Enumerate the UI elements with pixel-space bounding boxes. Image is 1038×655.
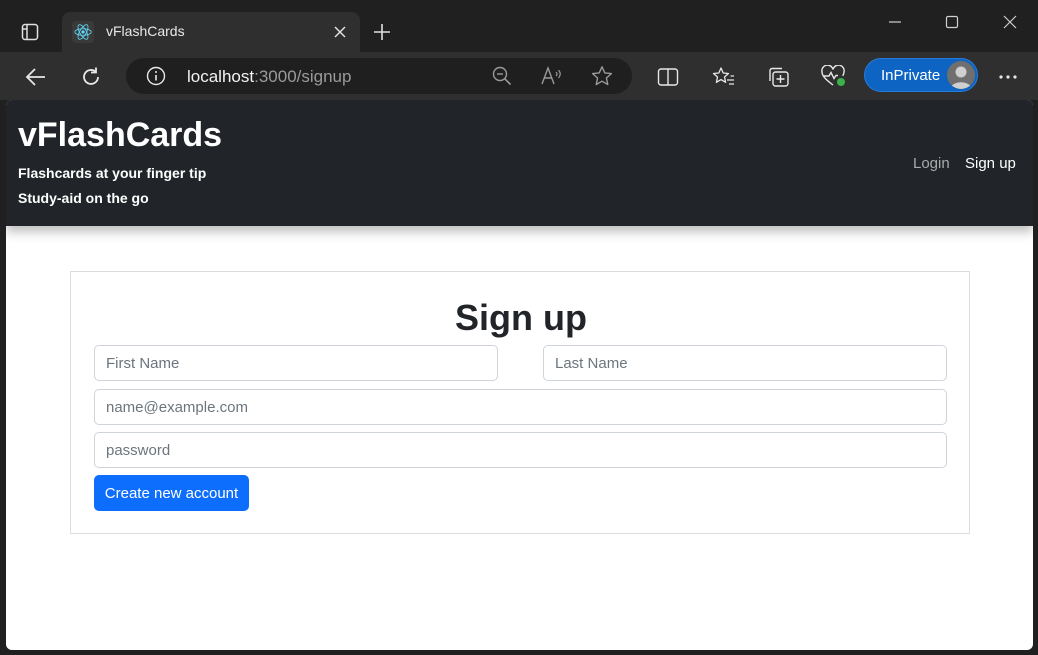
nav-link-login[interactable]: Login (913, 155, 950, 172)
address-bar[interactable]: localhost:3000/signup (126, 58, 632, 94)
new-tab-icon[interactable] (368, 18, 396, 46)
inprivate-button[interactable]: InPrivate (864, 58, 978, 92)
url-text: localhost:3000/signup (187, 67, 352, 86)
create-account-button[interactable]: Create new account (94, 475, 249, 511)
email-input[interactable] (94, 389, 947, 425)
site-info-icon[interactable] (146, 66, 166, 86)
favorite-star-icon[interactable] (590, 64, 614, 88)
site-navbar: vFlashCards Flashcards at your finger ti… (6, 100, 1033, 226)
react-icon (72, 21, 94, 43)
collections-icon[interactable] (763, 61, 795, 93)
favorites-icon[interactable] (708, 61, 740, 93)
minimize-icon[interactable] (875, 8, 915, 36)
tab-actions-icon[interactable] (14, 17, 46, 47)
close-tab-icon[interactable] (330, 22, 350, 42)
page-viewport: vFlashCards Flashcards at your finger ti… (6, 100, 1033, 650)
site-brand[interactable]: vFlashCards (18, 116, 222, 155)
close-window-icon[interactable] (990, 8, 1030, 36)
tab-title: vFlashCards (106, 23, 185, 39)
profile-avatar (947, 61, 975, 89)
inprivate-label: InPrivate (881, 67, 941, 84)
password-input[interactable] (94, 432, 947, 468)
last-name-input[interactable] (543, 345, 947, 381)
read-aloud-icon[interactable] (540, 64, 564, 88)
first-name-input[interactable] (94, 345, 498, 381)
split-screen-icon[interactable] (652, 61, 684, 93)
zoom-out-icon[interactable] (490, 64, 514, 88)
tagline-primary: Flashcards at your finger tip (18, 165, 207, 181)
title-bar: vFlashCards (0, 0, 1038, 52)
browser-tab[interactable]: vFlashCards (62, 12, 360, 52)
browser-toolbar: localhost:3000/signup InPrivate (0, 52, 1038, 100)
tagline-secondary: Study-aid on the go (18, 190, 149, 206)
maximize-icon[interactable] (932, 8, 972, 36)
signup-title: Sign up (455, 297, 587, 338)
more-options-icon[interactable] (992, 61, 1024, 93)
nav-link-signup[interactable]: Sign up (965, 155, 1016, 172)
browser-essentials-icon[interactable] (818, 61, 850, 93)
back-icon[interactable] (20, 61, 52, 93)
refresh-icon[interactable] (75, 61, 107, 93)
signup-card: Sign up Create new account (70, 271, 970, 534)
